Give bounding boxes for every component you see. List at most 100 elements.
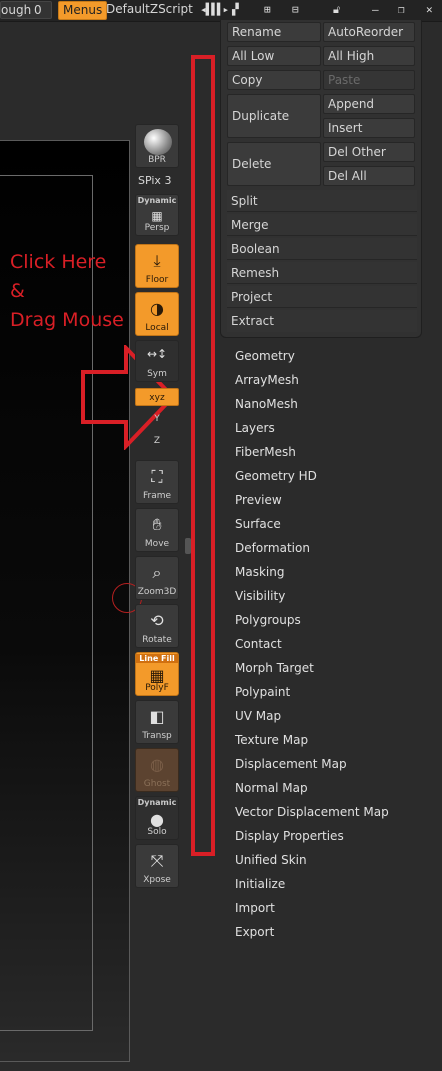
annotation-highlight-box bbox=[191, 55, 215, 856]
subpalette-vector-displacement-map[interactable]: Vector Displacement Map bbox=[235, 802, 389, 822]
boolean-row[interactable]: Boolean bbox=[227, 238, 417, 260]
subpalette-surface[interactable]: Surface bbox=[235, 514, 281, 534]
transp-icon: ◧ bbox=[149, 707, 165, 726]
spix-label: SPix bbox=[138, 174, 161, 187]
subpalette-polygroups[interactable]: Polygroups bbox=[235, 610, 301, 630]
extract-row[interactable]: Extract bbox=[227, 310, 417, 332]
local-button[interactable]: ◑ Local bbox=[135, 292, 179, 336]
hand-icon: ✋︎ bbox=[152, 515, 162, 534]
layout-icon[interactable]: ⊞ bbox=[264, 3, 271, 16]
solo-button[interactable]: Dynamic ● Solo bbox=[135, 796, 179, 840]
delete-button[interactable]: Delete bbox=[227, 142, 321, 186]
merge-row[interactable]: Merge bbox=[227, 214, 417, 236]
subpalette-initialize[interactable]: Initialize bbox=[235, 874, 285, 894]
autoreorder-button[interactable]: AutoReorder bbox=[323, 22, 415, 42]
restore-icon[interactable]: ❐ bbox=[398, 3, 405, 16]
sym-button[interactable]: ↔↕ Sym bbox=[135, 340, 179, 382]
persp-grid-icon: ▦ bbox=[151, 209, 163, 223]
spix-value: 3 bbox=[164, 174, 172, 187]
subpalette-displacement-map[interactable]: Displacement Map bbox=[235, 754, 347, 774]
zoom3d-label: Zoom3D bbox=[137, 587, 177, 597]
y-axis-toggle[interactable]: Y bbox=[135, 410, 179, 428]
insert-button[interactable]: Insert bbox=[323, 118, 415, 138]
subpalette-unified-skin[interactable]: Unified Skin bbox=[235, 850, 307, 870]
append-button[interactable]: Append bbox=[323, 94, 415, 114]
draw-slider[interactable]: ough 0 bbox=[0, 1, 52, 19]
persp-label: Persp bbox=[144, 223, 170, 233]
subpalette-morph-target[interactable]: Morph Target bbox=[235, 658, 314, 678]
sym-label: Sym bbox=[147, 369, 167, 379]
split-row[interactable]: Split bbox=[227, 190, 417, 212]
subpalette-preview[interactable]: Preview bbox=[235, 490, 282, 510]
subpalette-arraymesh[interactable]: ArrayMesh bbox=[235, 370, 299, 390]
subpalette-export[interactable]: Export bbox=[235, 922, 274, 942]
persp-button[interactable]: Dynamic ▦ Persp bbox=[135, 194, 179, 236]
ghost-icon: ◍ bbox=[150, 755, 164, 774]
del-other-button[interactable]: Del Other bbox=[323, 142, 415, 162]
xyz-toggle[interactable]: xyz bbox=[135, 388, 179, 406]
subpalette-geometry[interactable]: Geometry bbox=[235, 346, 295, 366]
minimize-icon[interactable]: — bbox=[372, 3, 379, 16]
rename-button[interactable]: Rename bbox=[227, 22, 321, 42]
project-row[interactable]: Project bbox=[227, 286, 417, 308]
annotation-line-3: Drag Mouse bbox=[10, 309, 124, 331]
frame-button[interactable]: ⛶ Frame bbox=[135, 460, 179, 504]
subpalette-normal-map[interactable]: Normal Map bbox=[235, 778, 308, 798]
right-shelf: BPR SPix 3 Dynamic ▦ Persp ⤓ Floor ◑ Loc… bbox=[133, 122, 183, 892]
floor-label: Floor bbox=[145, 275, 169, 285]
menus-button[interactable]: Menus bbox=[58, 1, 108, 20]
document-frame bbox=[0, 175, 93, 1031]
default-zscript-button[interactable]: DefaultZScript bbox=[106, 2, 193, 16]
subpalette-masking[interactable]: Masking bbox=[235, 562, 284, 582]
floor-button[interactable]: ⤓ Floor bbox=[135, 244, 179, 288]
slider-handle-icon[interactable]: ◂▌▌▌▸ bbox=[200, 3, 229, 16]
xpose-button[interactable]: ⤧ Xpose bbox=[135, 844, 179, 888]
rotate-icon: ⟲ bbox=[150, 611, 164, 630]
subpalette-display-properties[interactable]: Display Properties bbox=[235, 826, 344, 846]
subpalette-nanomesh[interactable]: NanoMesh bbox=[235, 394, 298, 414]
subpalette-geometry-hd[interactable]: Geometry HD bbox=[235, 466, 317, 486]
subpalette-deformation[interactable]: Deformation bbox=[235, 538, 310, 558]
paste-button[interactable]: Paste bbox=[323, 70, 415, 90]
canvas-viewport[interactable] bbox=[0, 140, 130, 1062]
transp-button[interactable]: ◧ Transp bbox=[135, 700, 179, 744]
duplicate-button[interactable]: Duplicate bbox=[227, 94, 321, 138]
transp-label: Transp bbox=[142, 731, 172, 741]
rotate-label: Rotate bbox=[142, 635, 172, 645]
move-button[interactable]: ✋︎ Move bbox=[135, 508, 179, 552]
remesh-row[interactable]: Remesh bbox=[227, 262, 417, 284]
resize-icon[interactable]: ▞ bbox=[232, 3, 239, 16]
layout-alt-icon[interactable]: ⊟ bbox=[292, 3, 299, 16]
rotate-button[interactable]: ⟲ Rotate bbox=[135, 604, 179, 648]
top-bar: ough 0 Menus DefaultZScript ◂▌▌▌▸ ▞ ⊞ ⊟ … bbox=[0, 0, 442, 22]
subtool-panel: Rename AutoReorder All Low All High Copy… bbox=[220, 20, 422, 338]
subpalette-import[interactable]: Import bbox=[235, 898, 275, 918]
del-all-button[interactable]: Del All bbox=[323, 166, 415, 186]
all-low-button[interactable]: All Low bbox=[227, 46, 321, 66]
annotation-line-1: Click Here bbox=[10, 251, 107, 273]
close-icon[interactable]: ✕ bbox=[426, 3, 433, 16]
persp-tag: Dynamic bbox=[137, 196, 177, 205]
xpose-label: Xpose bbox=[143, 875, 171, 885]
subpalette-polypaint[interactable]: Polypaint bbox=[235, 682, 290, 702]
bpr-button[interactable]: BPR bbox=[135, 124, 179, 168]
solo-label: Solo bbox=[147, 827, 167, 837]
subpalette-fibermesh[interactable]: FiberMesh bbox=[235, 442, 296, 462]
all-high-button[interactable]: All High bbox=[323, 46, 415, 66]
ghost-label: Ghost bbox=[143, 779, 171, 789]
zoom-icon: ⌕ bbox=[152, 563, 162, 582]
subpalette-texture-map[interactable]: Texture Map bbox=[235, 730, 308, 750]
ghost-button[interactable]: ◍ Ghost bbox=[135, 748, 179, 792]
lock-icon[interactable]: 🔓︎ bbox=[333, 3, 340, 17]
spix-slider[interactable]: SPix 3 bbox=[138, 174, 171, 187]
subpalette-layers[interactable]: Layers bbox=[235, 418, 275, 438]
subpalette-contact[interactable]: Contact bbox=[235, 634, 282, 654]
subpalette-visibility[interactable]: Visibility bbox=[235, 586, 285, 606]
zoom3d-button[interactable]: ⌕ Zoom3D bbox=[135, 556, 179, 600]
polyf-button[interactable]: Line Fill ▦ PolyF bbox=[135, 652, 179, 696]
copy-button[interactable]: Copy bbox=[227, 70, 321, 90]
z-axis-toggle[interactable]: Z bbox=[135, 432, 179, 450]
move-label: Move bbox=[144, 539, 170, 549]
subpalette-uv-map[interactable]: UV Map bbox=[235, 706, 281, 726]
annotation-line-2: & bbox=[10, 280, 25, 302]
